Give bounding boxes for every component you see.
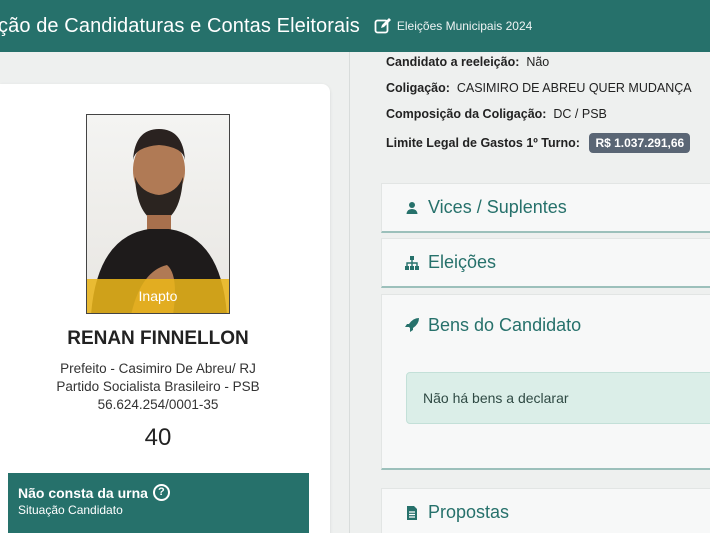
accordion-eleicoes-label: Eleições xyxy=(428,252,497,272)
coligacao-label: Coligação: xyxy=(386,81,450,95)
empty-bens-message: Não há bens a declarar xyxy=(406,372,710,424)
accordion-eleicoes[interactable]: Eleições xyxy=(381,238,710,288)
info-limite: Limite Legal de Gastos 1º Turno: R$ 1.03… xyxy=(386,133,691,153)
candidate-role: Prefeito - Casimiro De Abreu/ RJ xyxy=(60,361,256,376)
page-title: ção de Candidaturas e Contas Eleitorais xyxy=(0,14,360,37)
top-header: ção de Candidaturas e Contas Eleitorais … xyxy=(0,0,710,52)
inapto-badge: Inapto xyxy=(87,279,229,313)
coligacao-value: CASIMIRO DE ABREU QUER MUDANÇA xyxy=(456,81,692,95)
reeleicao-value: Não xyxy=(526,55,550,69)
candidate-photo: Inapto xyxy=(86,114,230,314)
status-subtitle: Situação Candidato xyxy=(18,503,123,517)
edit-icon xyxy=(374,17,392,35)
candidate-card: Inapto RENAN FINNELLON Prefeito - Casimi… xyxy=(0,84,330,533)
user-icon xyxy=(404,200,420,216)
limite-badge: R$ 1.037.291,66 xyxy=(589,133,691,153)
candidate-cnpj: 56.624.254/0001-35 xyxy=(97,397,219,412)
info-composicao: Composição da Coligação: DC / PSB xyxy=(386,107,607,121)
accordion-vices[interactable]: Vices / Suplentes xyxy=(381,183,710,233)
info-reeleicao: Candidato a reeleição: Não xyxy=(386,55,549,69)
composicao-value: DC / PSB xyxy=(553,107,607,121)
election-subtitle: Eleições Municipais 2024 xyxy=(396,19,533,33)
status-box: Não consta da urna ? Situação Candidato xyxy=(8,473,309,533)
status-title: Não consta da urna xyxy=(18,484,148,501)
candidate-number: 40 xyxy=(144,424,172,451)
accordion-vices-label: Vices / Suplentes xyxy=(428,197,567,217)
accordion-propostas-label: Propostas xyxy=(428,502,510,522)
file-icon xyxy=(404,505,420,521)
help-icon[interactable]: ? xyxy=(152,484,170,501)
column-divider xyxy=(349,52,350,533)
reeleicao-label: Candidato a reeleição: xyxy=(386,55,520,69)
limite-label: Limite Legal de Gastos 1º Turno: xyxy=(386,136,580,150)
rocket-icon xyxy=(404,317,420,333)
composicao-label: Composição da Coligação: xyxy=(386,107,547,121)
accordion-bens-label: Bens do Candidato xyxy=(428,314,582,335)
candidate-name: RENAN FINNELLON xyxy=(67,328,249,349)
candidate-party: Partido Socialista Brasileiro - PSB xyxy=(56,379,260,394)
sitemap-icon xyxy=(404,255,420,271)
accordion-propostas[interactable]: Propostas xyxy=(381,488,710,533)
info-coligacao: Coligação: CASIMIRO DE ABREU QUER MUDANÇ… xyxy=(386,81,692,95)
accordion-bens[interactable]: Bens do Candidato Não há bens a declarar xyxy=(381,294,710,470)
